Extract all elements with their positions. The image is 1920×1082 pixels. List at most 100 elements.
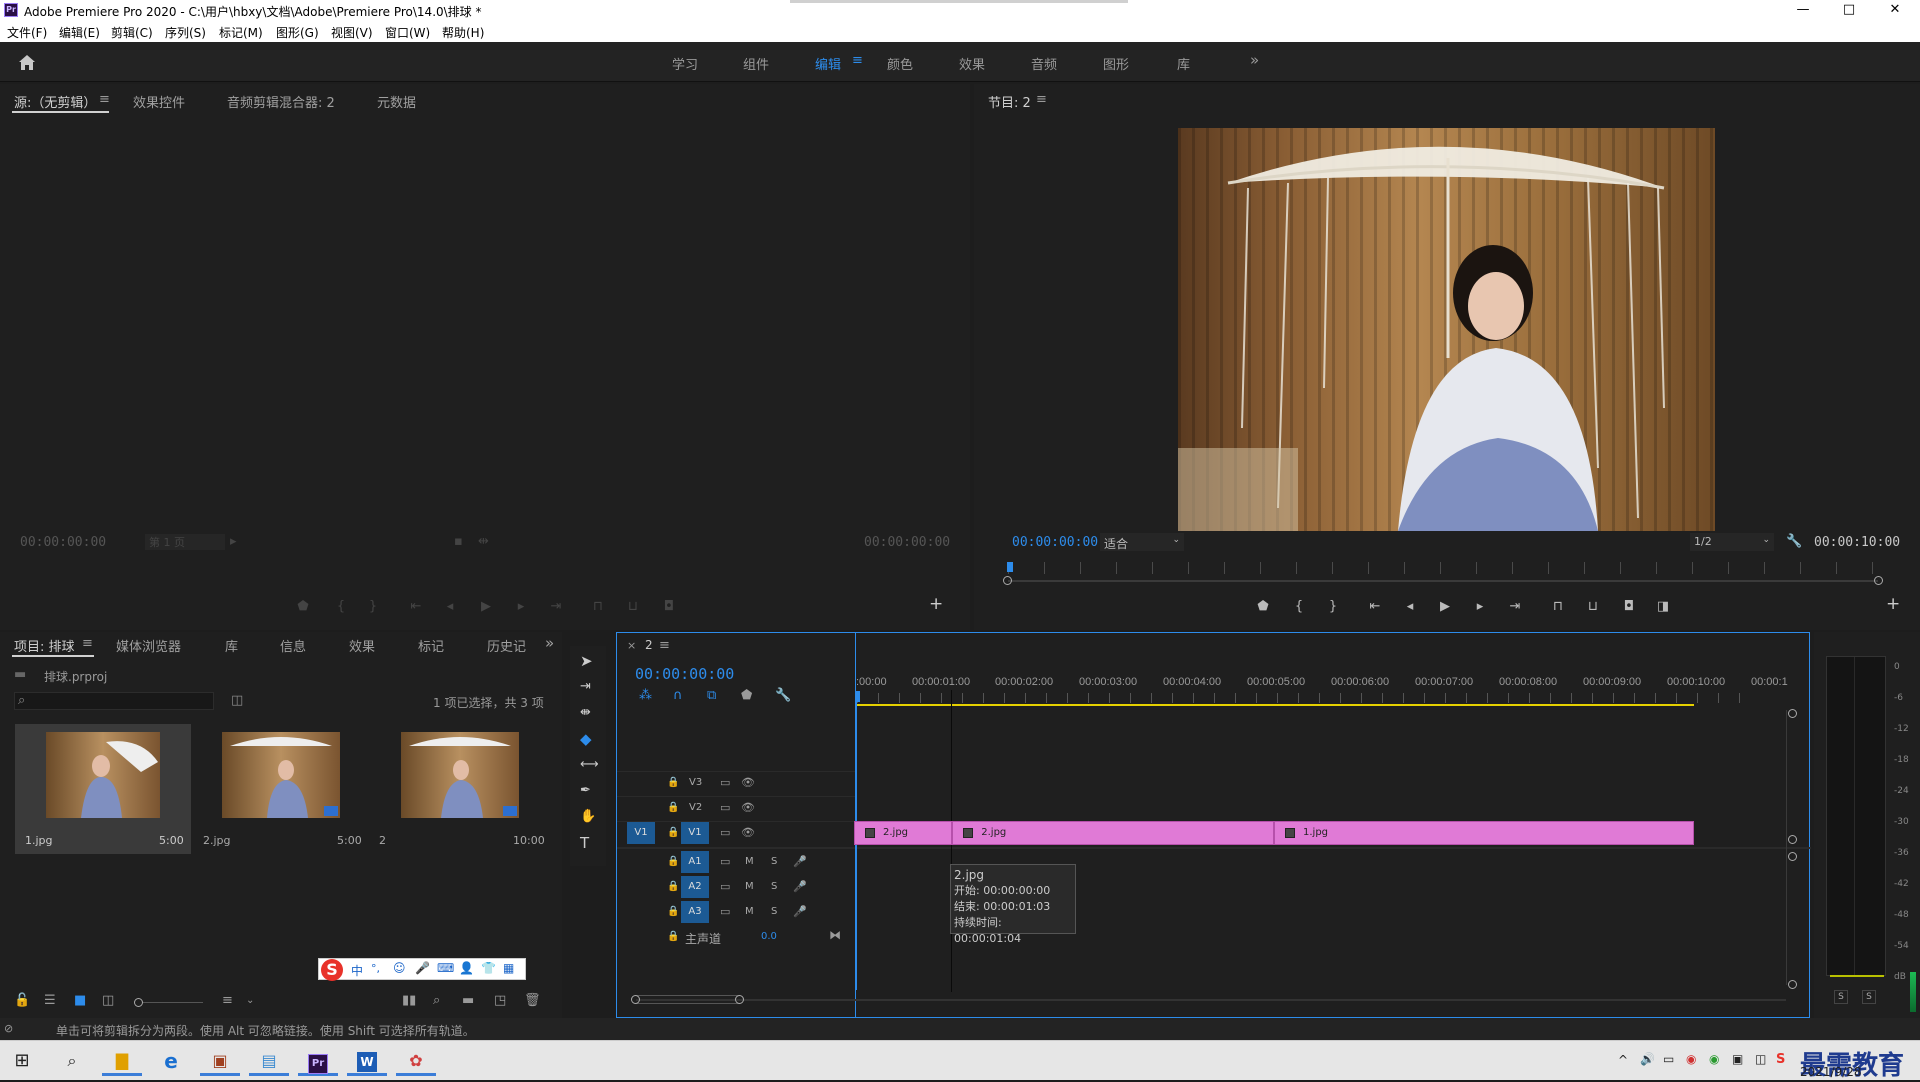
lock-icon[interactable]: 🔒 [667, 776, 679, 790]
vscroll-handle-bottom[interactable] [1788, 980, 1797, 989]
timeline-ruler-ticks[interactable] [857, 693, 1742, 703]
ime-emoji-icon[interactable]: ☺ [393, 961, 406, 975]
tab-markers[interactable]: 标记 [418, 636, 444, 655]
play-icon[interactable]: ▶ [477, 599, 495, 614]
extract-icon[interactable]: ⊔ [1584, 599, 1602, 614]
timeline-horizontal-scrollbar[interactable] [636, 999, 1786, 1001]
close-button[interactable]: ✕ [1872, 0, 1918, 22]
go-to-out-icon[interactable]: ⇥ [547, 599, 565, 614]
ime-user-icon[interactable]: 👤 [459, 961, 474, 975]
find-icon[interactable]: ⌕ [433, 994, 440, 1008]
export-frame-icon[interactable]: ◘ [1620, 599, 1638, 614]
microphone-icon[interactable]: 🎤 [793, 855, 807, 869]
solo-button[interactable]: S [771, 856, 777, 867]
program-zoom-bar[interactable] [1008, 580, 1878, 582]
lock-icon[interactable]: 🔒 [667, 826, 679, 840]
timeline-clip[interactable]: 2.jpg [854, 821, 953, 845]
lock-icon[interactable]: 🔒 [667, 855, 679, 869]
icon-view-icon[interactable]: ■ [74, 994, 86, 1008]
sync-lock-icon[interactable]: ▭ [720, 905, 730, 919]
file-explorer-icon[interactable]: ▇ [102, 1046, 142, 1076]
vscroll-handle-audio[interactable] [1788, 852, 1797, 861]
mute-button[interactable]: M [745, 881, 754, 892]
workspace-learn[interactable]: 学习 [672, 54, 698, 73]
tray-app-icon[interactable]: ◫ [1755, 1052, 1766, 1066]
project-search-input[interactable] [14, 692, 214, 710]
linked-selection-icon[interactable]: ⧉ [707, 689, 716, 703]
panel-menu-icon[interactable]: ≡ [99, 93, 110, 107]
solo-button[interactable]: S [771, 881, 777, 892]
go-to-in-icon[interactable]: ⇤ [1366, 599, 1384, 614]
go-to-out-icon[interactable]: ⇥ [1506, 599, 1524, 614]
mark-in-icon[interactable]: { [332, 599, 350, 614]
lift-icon[interactable]: ⊓ [1549, 599, 1567, 614]
vscroll-handle-mid[interactable] [1788, 835, 1797, 844]
sync-lock-icon[interactable]: ▭ [720, 776, 730, 790]
master-volume-value[interactable]: 0.0 [761, 931, 777, 942]
network-icon[interactable]: ▭ [1663, 1052, 1674, 1066]
program-timecode[interactable]: 00:00:00:00 [1012, 535, 1098, 550]
sync-lock-icon[interactable]: ▭ [720, 880, 730, 894]
step-forward-icon[interactable]: ▸ [512, 599, 530, 614]
lock-icon[interactable]: 🔒 [667, 905, 679, 919]
play-icon[interactable]: ▶ [1436, 599, 1454, 614]
tray-app-icon[interactable]: ◉ [1709, 1052, 1719, 1066]
ime-punctuation[interactable]: °, [371, 962, 380, 975]
microphone-icon[interactable]: 🎤 [793, 880, 807, 894]
source-add-button[interactable]: + [929, 596, 943, 613]
tab-effect-controls[interactable]: 效果控件 [133, 92, 185, 111]
sync-lock-icon[interactable]: ▭ [720, 855, 730, 869]
ripple-edit-tool-icon[interactable]: ⇼ [580, 706, 591, 720]
workspace-editing[interactable]: 编辑 [815, 54, 841, 73]
zoom-slider-handle[interactable] [134, 998, 143, 1007]
solo-left-button[interactable]: S [1834, 990, 1848, 1004]
sogou-tray-icon[interactable]: S [1776, 1052, 1785, 1067]
mute-button[interactable]: M [745, 906, 754, 917]
solo-button[interactable]: S [771, 906, 777, 917]
settings-icon[interactable]: ▪ [454, 535, 463, 549]
fit-icon[interactable]: ⇹ [478, 535, 489, 549]
timeline-settings-icon[interactable]: 🔧 [775, 689, 791, 703]
timeline-clip[interactable]: 1.jpg [1274, 821, 1694, 845]
track-select-tool-icon[interactable]: ⇥ [580, 680, 591, 694]
program-menu-icon[interactable]: ≡ [1036, 93, 1047, 107]
zoom-slider[interactable] [143, 1002, 203, 1003]
trash-icon[interactable]: 🗑 [524, 994, 541, 1008]
new-item-icon[interactable]: ◳ [494, 994, 506, 1008]
ime-keyboard-icon[interactable]: ⌨ [437, 961, 454, 975]
home-icon[interactable] [18, 54, 36, 71]
mark-out-icon[interactable]: } [364, 599, 382, 614]
project-item-sequence-2[interactable]: 2 10:00 [373, 724, 549, 854]
meter-scrollbar[interactable] [1910, 972, 1916, 1012]
premiere-taskbar-icon[interactable]: Pr [298, 1046, 338, 1076]
slip-tool-icon[interactable]: ⟷ [580, 758, 599, 772]
timeline-timecode[interactable]: 00:00:00:00 [635, 665, 734, 683]
track-label[interactable]: V1 [681, 822, 709, 844]
zoom-handle-right[interactable] [1874, 576, 1883, 585]
play-next-icon[interactable]: ▸ [230, 535, 237, 549]
add-marker-icon[interactable]: ⬟ [741, 689, 752, 703]
automate-to-sequence-icon[interactable]: ▮▮ [402, 994, 416, 1008]
sequence-tab[interactable]: 2 [645, 638, 653, 652]
word-taskbar-icon[interactable]: W [347, 1046, 387, 1076]
chevron-down-icon[interactable]: ⌄ [246, 994, 254, 1008]
menu-help[interactable]: 帮助(H) [442, 24, 484, 41]
timeline-clip[interactable]: 2.jpg [952, 821, 1274, 845]
sequence-menu-icon[interactable]: ≡ [659, 639, 670, 653]
workspace-audio[interactable]: 音频 [1031, 54, 1057, 73]
tab-info[interactable]: 信息 [280, 636, 306, 655]
project-item-1jpg[interactable]: 1.jpg 5:00 [15, 724, 191, 854]
hscroll-thumb[interactable] [636, 995, 740, 1004]
workspace-assembly[interactable]: 组件 [743, 54, 769, 73]
hscroll-handle-left[interactable] [631, 995, 640, 1004]
track-label[interactable]: A1 [681, 851, 709, 873]
ime-skin-icon[interactable]: 👕 [481, 961, 496, 975]
hscroll-handle-right[interactable] [735, 995, 744, 1004]
menu-window[interactable]: 窗口(W) [385, 24, 430, 41]
export-frame-icon[interactable]: ◘ [660, 599, 678, 614]
step-back-icon[interactable]: ◂ [441, 599, 459, 614]
app-icon[interactable]: ▤ [249, 1046, 289, 1076]
tab-libraries[interactable]: 库 [225, 636, 238, 655]
project-menu-icon[interactable]: ≡ [82, 637, 93, 651]
tab-project[interactable]: 项目: 排球 [14, 636, 75, 655]
